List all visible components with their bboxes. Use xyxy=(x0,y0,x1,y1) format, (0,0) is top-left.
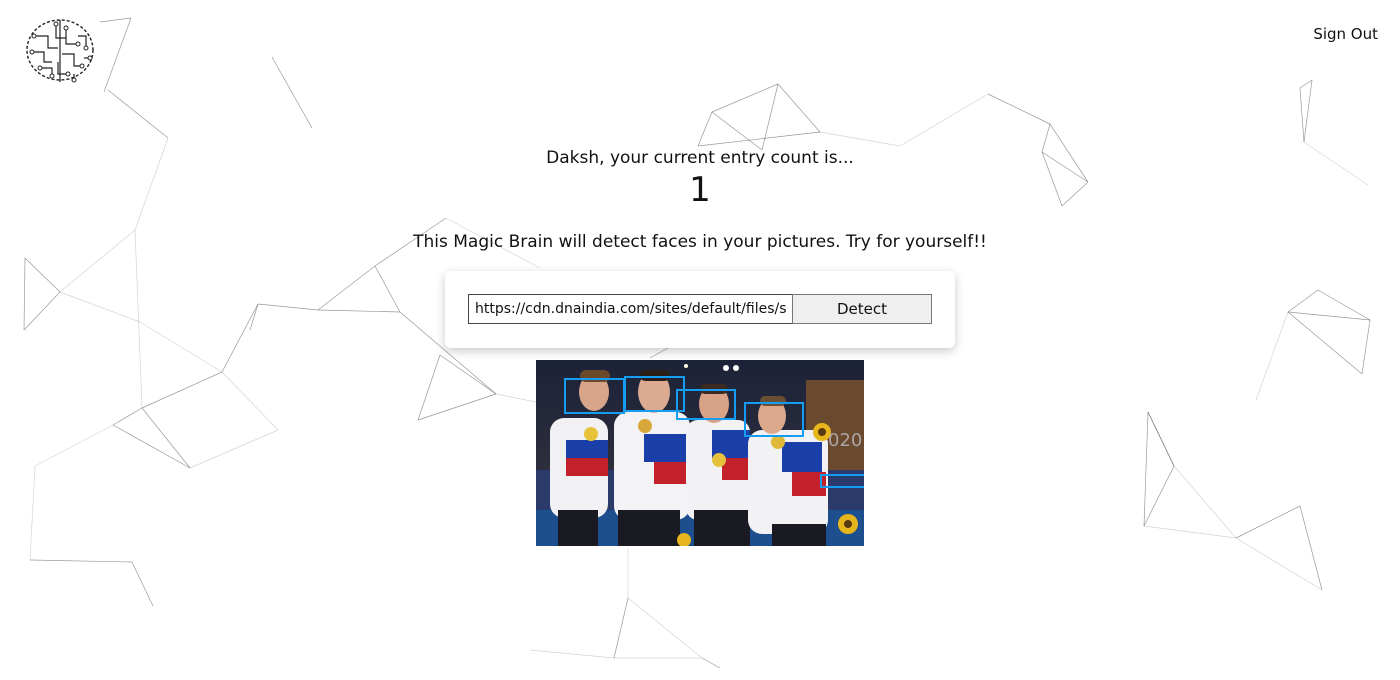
face-detection-image: 020 xyxy=(536,360,864,546)
tagline: This Magic Brain will detect faces in yo… xyxy=(413,232,987,252)
detect-button[interactable]: Detect xyxy=(792,294,932,324)
image-link-form: Detect xyxy=(445,271,955,348)
image-url-input[interactable] xyxy=(468,294,792,324)
svg-text:020: 020 xyxy=(828,430,862,451)
sign-out-link[interactable]: Sign Out xyxy=(1313,25,1378,43)
rank-message: Daksh, your current entry count is... xyxy=(546,148,854,168)
face-bounding-box xyxy=(820,474,864,488)
brain-circuit-icon[interactable] xyxy=(22,14,100,88)
face-bounding-box xyxy=(744,402,804,437)
face-bounding-box xyxy=(564,378,625,414)
face-bounding-box xyxy=(676,389,736,420)
app-page: Sign Out Daksh, your current entry count… xyxy=(0,0,1400,680)
entry-count: 1 xyxy=(689,170,711,210)
